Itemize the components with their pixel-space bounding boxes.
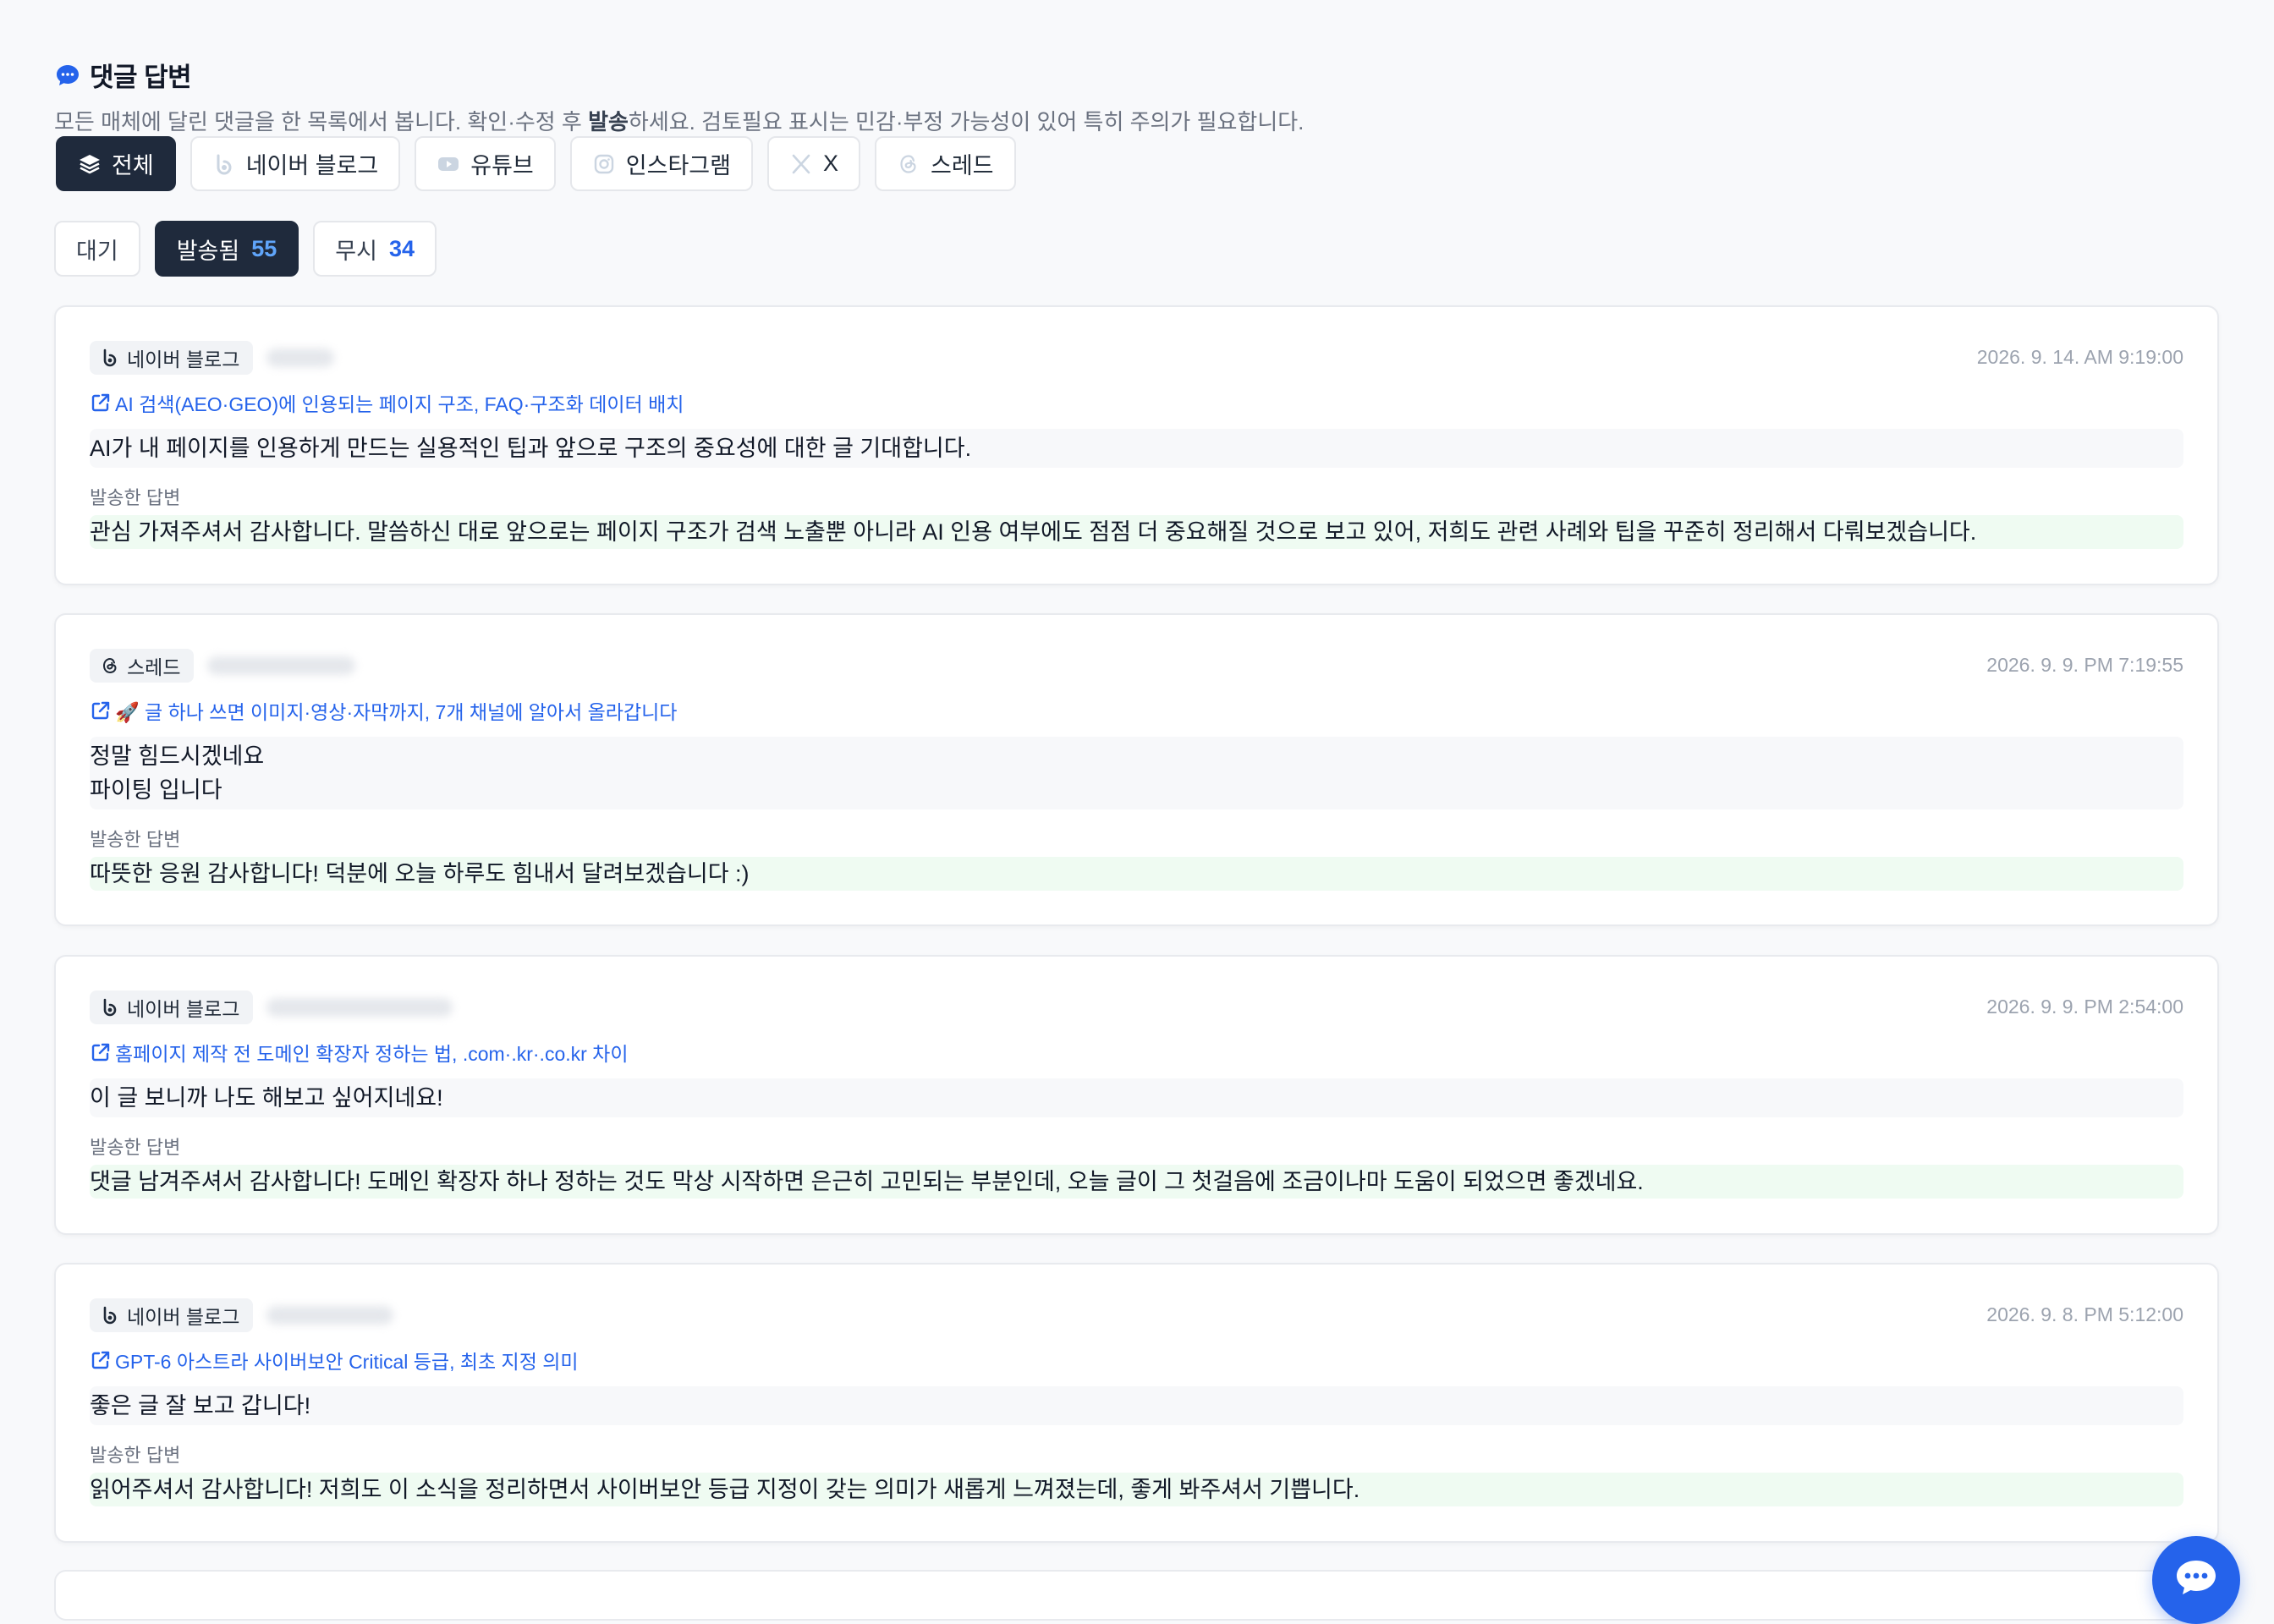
page-title: 댓글 답변 [90,63,192,92]
external-link-icon [91,701,110,720]
comment-text: 이 글 보니까 나도 해보고 싶어지네요! [90,1078,2183,1117]
filter-youtube-button[interactable]: 유튜브 [415,136,556,191]
comment-card: 스레드 2026. 9. 9. PM 7:19:55 🚀 글 하나 쓰면 이미지… [54,613,2219,926]
filter-x-label: X [822,151,838,176]
reply-text: 댓글 남겨주셔서 감사합니다! 도메인 확장자 하나 정하는 것도 막상 시작하… [90,1165,2183,1199]
post-title: 🚀 글 하나 쓰면 이미지·영상·자막까지, 7개 채널에 알아서 올라갑니다 [115,701,678,723]
platform-badge: 네이버 블로그 [90,1298,254,1332]
card-meta: 네이버 블로그 [90,1298,394,1332]
comment-timestamp: 2026. 9. 8. PM 5:12:00 [1986,1303,2183,1325]
post-link[interactable]: 🚀 글 하나 쓰면 이미지·영상·자막까지, 7개 채널에 알아서 올라갑니다 [90,696,677,725]
naver-blog-icon [103,348,117,367]
author-name-blurred [266,1306,394,1325]
chat-bubble-icon [2177,1561,2216,1594]
description-text: 모든 매체에 달린 댓글을 한 목록에서 봅니다. 확인·수정 후 [54,109,589,134]
tab-ignored-label: 무시 [335,238,377,264]
filter-threads-button[interactable]: 스레드 [874,136,1016,191]
external-link-icon [91,1351,110,1369]
post-title: 홈페이지 제작 전 도메인 확장자 정하는 법, .com·.kr·.co.kr… [115,1043,629,1065]
description-text-rest: 하세요. 검토필요 표시는 민감·부정 가능성이 있어 특히 주의가 필요합니다… [628,109,1305,134]
chat-bubble-icon [57,64,79,85]
tab-pending[interactable]: 대기 [54,221,140,277]
chat-fab-button[interactable] [2152,1536,2240,1624]
post-title: GPT-6 아스트라 사이버보안 Critical 등급, 최초 지정 의미 [115,1351,579,1373]
filter-threads-label: 스레드 [930,153,994,178]
comment-card: 네이버 블로그 2026. 9. 8. PM 5:12:00 GPT-6 아스트… [54,1263,2219,1543]
platform-badge-label: 네이버 블로그 [127,1306,240,1328]
external-link-icon [91,393,110,412]
platform-badge: 네이버 블로그 [90,990,254,1024]
comment-card: 네이버 블로그 2026. 9. 9. PM 2:54:00 홈페이지 제작 전… [54,955,2219,1235]
comment-card: 네이버 블로그 2026. 9. 14. AM 9:19:00 AI 검색(AE… [54,305,2219,585]
tab-sent-count: 55 [251,235,277,261]
filter-instagram-label: 인스타그램 [625,153,731,178]
card-meta: 네이버 블로그 [90,341,335,375]
naver-blog-icon [217,154,232,174]
comment-line: 정말 힘드시겠네요 [90,743,265,769]
platform-badge-label: 네이버 블로그 [127,348,240,370]
post-link[interactable]: AI 검색(AEO·GEO)에 인용되는 페이지 구조, FAQ·구조화 데이터… [90,388,684,417]
description-bold: 발송 [588,109,629,134]
filter-all-label: 전체 [112,153,154,178]
naver-blog-icon [103,998,117,1017]
page-header: 댓글 답변 [54,56,192,94]
reply-label: 발송한 답변 [90,487,181,508]
naver-blog-icon [103,1306,117,1325]
comment-line: 파이팅 입니다 [90,777,222,803]
reply-label: 발송한 답변 [90,829,181,850]
platform-filter: 전체 네이버 블로그 유튜브 인스타그램 X 스레드 [56,136,1016,191]
filter-all-button[interactable]: 전체 [56,136,176,191]
author-name-blurred [266,998,453,1017]
tab-ignored-count: 34 [388,235,415,261]
tab-sent[interactable]: 발송됨 55 [154,221,299,277]
tab-ignored[interactable]: 무시 34 [313,221,437,277]
page-description: 모든 매체에 달린 댓글을 한 목록에서 봅니다. 확인·수정 후 발송하세요.… [54,105,1304,136]
author-name-blurred [207,656,356,675]
filter-naver-label: 네이버 블로그 [245,153,379,178]
post-title: AI 검색(AEO·GEO)에 인용되는 페이지 구조, FAQ·구조화 데이터… [115,393,684,415]
comment-replies-page: 댓글 답변 모든 매체에 달린 댓글을 한 목록에서 봅니다. 확인·수정 후 … [0,0,2274,1624]
threads-icon [102,657,117,674]
filter-instagram-button[interactable]: 인스타그램 [569,136,753,191]
reply-label: 발송한 답변 [90,1137,181,1158]
threads-icon [900,154,916,173]
comment-text: AI가 내 페이지를 인용하게 만드는 실용적인 팁과 앞으로 구조의 중요성에… [90,429,2183,468]
filter-naver-blog-button[interactable]: 네이버 블로그 [190,136,401,191]
platform-badge: 스레드 [90,649,195,683]
reply-text: 따뜻한 응원 감사합니다! 덕분에 오늘 하루도 힘내서 달려보겠습니다 :) [90,857,2183,891]
comment-text: 정말 힘드시겠네요 파이팅 입니다 [90,737,2183,809]
tab-pending-label: 대기 [76,238,118,264]
comment-timestamp: 2026. 9. 14. AM 9:19:00 [1976,346,2183,368]
comment-card-partial [54,1570,2219,1621]
x-logo-icon [792,154,810,173]
comment-text: 좋은 글 잘 보고 갑니다! [90,1386,2183,1425]
card-meta: 네이버 블로그 [90,990,453,1024]
tab-sent-label: 발송됨 [176,238,240,264]
platform-badge-label: 스레드 [127,656,181,678]
platform-badge: 네이버 블로그 [90,341,254,375]
card-meta: 스레드 [90,649,356,683]
filter-x-button[interactable]: X [766,136,860,191]
post-link[interactable]: 홈페이지 제작 전 도메인 확장자 정하는 법, .com·.kr·.co.kr… [90,1038,629,1067]
author-name-blurred [266,348,335,367]
reply-text: 관심 가져주셔서 감사합니다. 말씀하신 대로 앞으로는 페이지 구조가 검색 … [90,515,2183,549]
comment-timestamp: 2026. 9. 9. PM 2:54:00 [1986,996,2183,1018]
external-link-icon [91,1043,110,1062]
layers-icon [80,154,100,173]
youtube-icon [438,156,459,171]
comment-timestamp: 2026. 9. 9. PM 7:19:55 [1986,654,2183,676]
reply-text: 읽어주셔서 감사합니다! 저희도 이 소식을 정리하면서 사이버보안 등급 지정… [90,1473,2183,1506]
status-tabs: 대기 발송됨 55 무시 34 [54,221,437,277]
reply-label: 발송한 답변 [90,1445,181,1466]
filter-youtube-label: 유튜브 [470,153,534,178]
instagram-icon [594,154,613,173]
post-link[interactable]: GPT-6 아스트라 사이버보안 Critical 등급, 최초 지정 의미 [90,1346,579,1374]
platform-badge-label: 네이버 블로그 [127,998,240,1020]
